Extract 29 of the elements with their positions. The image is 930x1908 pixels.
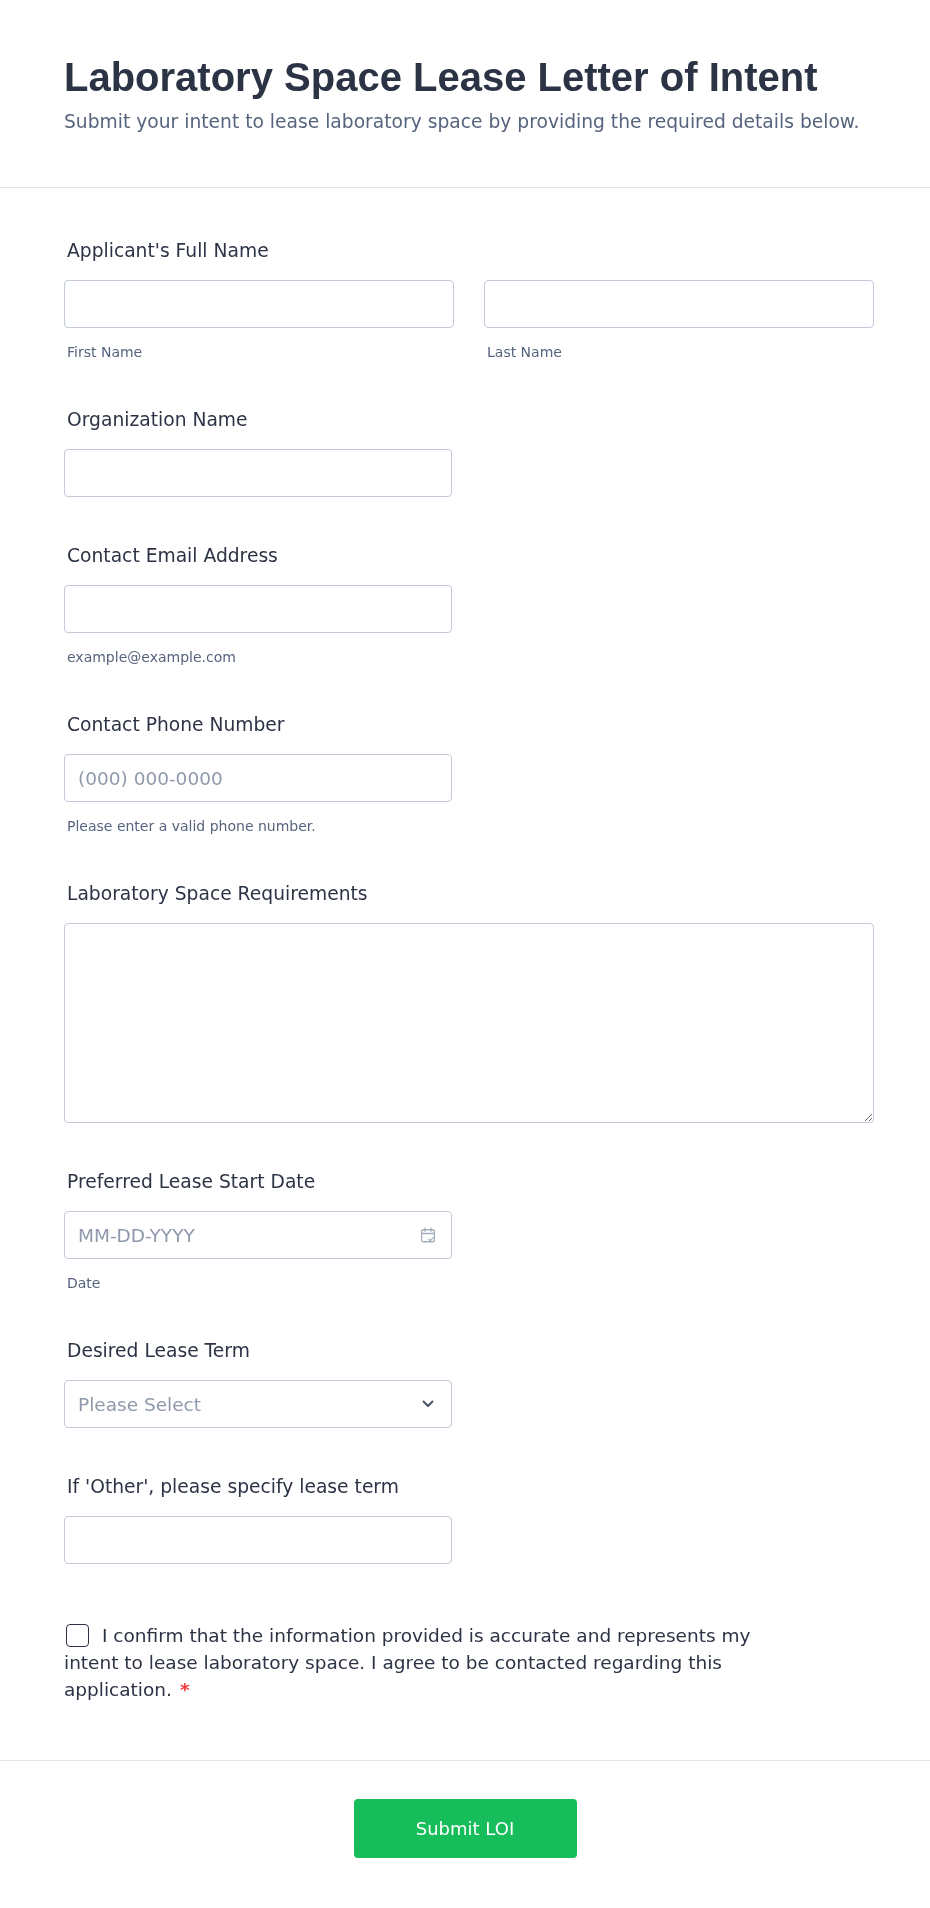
field-hint: Please enter a valid phone number. (66, 817, 317, 835)
calendar-icon (419, 1226, 437, 1244)
field-label: Preferred Lease Start Date (66, 1170, 317, 1194)
email-input-field[interactable] (64, 585, 452, 633)
date-field[interactable]: MM-DD-YYYY (64, 1211, 452, 1259)
checkbox-option[interactable]: I confirm that the information provided is accurate and represents my intent to lease laboratory space. I agree to be contacted regarding this application. * (64, 1622, 768, 1703)
text-area-field[interactable] (64, 923, 874, 1123)
field-label: Desired Lease Term (66, 1339, 251, 1363)
field-hint: Date (66, 1274, 102, 1292)
field-label: Laboratory Space Requirements (66, 882, 369, 906)
submit-button[interactable]: Submit LOI (353, 1799, 577, 1858)
name-input-field[interactable] (484, 280, 874, 328)
phone-input-field[interactable]: (000) 000-0000 (64, 754, 452, 802)
field-label: Contact Phone Number (66, 713, 286, 737)
field-hint: example@example.com (66, 648, 237, 666)
field-label: Applicant's Full Name (66, 239, 270, 263)
form-subtitle: Submit your intent to lease laboratory space by providing the required details below. (64, 110, 861, 134)
field-label: If 'Other', please specify lease term (66, 1475, 400, 1499)
text-input-field[interactable] (64, 1516, 452, 1564)
field-hint: First Name (66, 343, 144, 361)
text-input-field[interactable] (64, 449, 452, 497)
dropdown-select[interactable]: Please Select (64, 1380, 452, 1428)
field-label: Contact Email Address (66, 544, 279, 568)
checkbox-icon[interactable] (66, 1624, 89, 1647)
form-title: Laboratory Space Lease Letter of Intent (64, 54, 819, 101)
field-label: Organization Name (66, 408, 249, 432)
name-input-field[interactable] (64, 280, 454, 328)
chevron-down-icon (422, 1400, 434, 1408)
field-hint: Last Name (486, 343, 563, 361)
